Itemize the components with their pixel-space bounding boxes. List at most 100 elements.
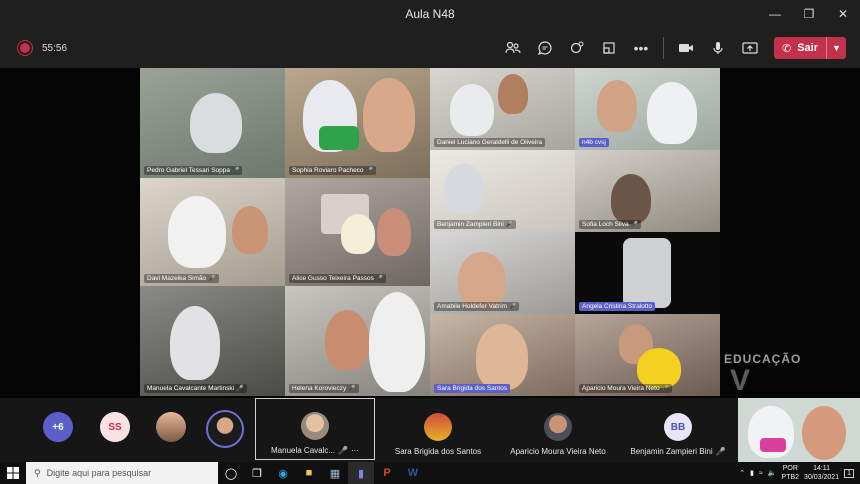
avatar	[544, 413, 572, 441]
mic-icon: 🎤	[348, 386, 356, 392]
recording-icon	[20, 43, 30, 53]
more-options-icon[interactable]: •••	[625, 32, 657, 64]
participant-name: Aparicio Moura Vieira Neto 🎤	[579, 384, 673, 393]
system-tray: ⌃ ▮ ≈ 🔈 POR PTB2 14:11 30/03/2021 1	[739, 462, 860, 484]
chevron-down-icon[interactable]: ▼	[826, 37, 846, 59]
teams-icon[interactable]: ▮	[348, 462, 374, 484]
battery-icon[interactable]: ▮	[750, 469, 754, 477]
participant-tile[interactable]: BB Benjamin Zampieri Bini 🎤	[618, 398, 738, 460]
search-placeholder: Digite aqui para pesquisar	[46, 468, 152, 478]
close-icon[interactable]: ✕	[826, 0, 860, 28]
video-tile[interactable]: Aparicio Moura Vieira Neto 🎤	[575, 314, 720, 396]
leave-main[interactable]: ✆ Sair	[774, 37, 826, 59]
avatar[interactable]	[156, 412, 186, 442]
edge-icon[interactable]: ◉	[270, 462, 296, 484]
avatar	[301, 412, 329, 440]
avatar[interactable]	[206, 410, 244, 448]
minimize-icon[interactable]: —	[758, 0, 792, 28]
rooms-icon[interactable]	[593, 32, 625, 64]
windows-taskbar: ⚲ Digite aqui para pesquisar ◯ ❐ ◉ ■ ▦ ▮…	[0, 462, 860, 484]
window-controls: — ❐ ✕	[758, 0, 860, 28]
volume-icon[interactable]: 🔈	[768, 469, 777, 477]
participant-name: Pedro Gabriel Tessari Soppa 🎤	[144, 166, 243, 175]
participant-name: Helena Korovieczy 🎤	[289, 384, 359, 393]
camera-icon[interactable]	[670, 32, 702, 64]
participant-strip: +6 SS Manuela Cavalc... 🎤 ··· Sara Brigida…	[0, 398, 860, 462]
avatar	[424, 413, 452, 441]
share-screen-icon[interactable]	[734, 32, 766, 64]
avatar-initials: BB	[664, 413, 692, 441]
avatar-initials[interactable]: SS	[100, 412, 130, 442]
mic-icon: 🎤	[231, 168, 240, 174]
microphone-icon[interactable]	[702, 32, 734, 64]
watermark-v-icon: V	[730, 364, 751, 397]
video-tile[interactable]: Sophia Roviaro Pacheco 🎤	[285, 68, 430, 178]
watermark-logo: EDUCAÇÃO V	[724, 350, 814, 397]
participant-name: Amabile Holdefer Vatrim 🎤	[434, 302, 520, 311]
video-tile[interactable]: Amabile Holdefer Vatrim 🎤	[430, 232, 575, 314]
store-icon[interactable]: ▦	[322, 462, 348, 484]
leave-button[interactable]: ✆ Sair ▼	[773, 37, 846, 59]
participant-tile[interactable]: Sara Brigida dos Santos	[378, 398, 498, 460]
video-tile[interactable]: n4b cvsj	[575, 68, 720, 150]
video-tile[interactable]: Sara Brigida dos Santos	[430, 314, 575, 396]
participant-name: Manuela Cavalcante Martinski 🎤	[144, 384, 247, 393]
mic-icon: 🎤	[375, 276, 384, 282]
participant-tile[interactable]: Aparicio Moura Vieira Neto	[498, 398, 618, 460]
language-indicator[interactable]: POR PTB2	[782, 464, 800, 482]
participants-icon[interactable]	[497, 32, 529, 64]
video-tile[interactable]: Manuela Cavalcante Martinski 🎤	[140, 286, 285, 396]
mic-icon: 🎤	[630, 222, 639, 228]
mic-icon: 🎤	[365, 168, 374, 174]
participant-name: Daniel Luciano Geraldelli de Oliveira	[434, 138, 546, 147]
clock[interactable]: 14:11 30/03/2021	[804, 464, 839, 482]
taskbar-search[interactable]: ⚲ Digite aqui para pesquisar	[26, 462, 218, 484]
mic-icon: 🎤	[338, 446, 348, 455]
title-bar: Aula N48 — ❐ ✕	[0, 0, 860, 28]
file-explorer-icon[interactable]: ■	[296, 462, 322, 484]
video-tile[interactable]: Daniel Luciano Geraldelli de Oliveira	[430, 68, 575, 150]
participant-name: Aparicio Moura Vieira Neto	[510, 447, 606, 456]
notification-icon[interactable]: 1	[844, 468, 854, 478]
chevron-up-icon[interactable]: ⌃	[739, 469, 745, 477]
task-view-icon[interactable]: ❐	[244, 462, 270, 484]
participant-name: Sofia Loch Silva 🎤	[579, 220, 642, 229]
participant-name: Manuela Cavalc...	[271, 446, 336, 455]
participant-name: Angela Cristina Stralotto	[579, 302, 656, 311]
chat-icon[interactable]	[529, 32, 561, 64]
word-icon[interactable]: W	[400, 462, 426, 484]
wifi-icon[interactable]: ≈	[759, 470, 763, 477]
powerpoint-icon[interactable]: P	[374, 462, 400, 484]
overflow-participants-chip[interactable]: +6	[43, 412, 73, 442]
participant-name: Sara Brigida dos Santos	[434, 384, 511, 393]
video-tile[interactable]: Sofia Loch Silva 🎤	[575, 150, 720, 232]
self-video-preview[interactable]	[738, 398, 860, 462]
window-title: Aula N48	[405, 7, 455, 21]
video-tile[interactable]: Benjamin Zampieri Bini 🎤	[430, 150, 575, 232]
windows-start-icon[interactable]	[0, 462, 26, 484]
participant-name: Davi Mazeika Simão 🎤	[144, 274, 219, 283]
participant-name: Sara Brigida dos Santos	[394, 447, 482, 456]
mic-icon: 🎤	[508, 304, 517, 310]
leave-label: Sair	[797, 42, 818, 54]
participant-name: Alice Gusso Teixeira Passos 🎤	[289, 274, 387, 283]
video-tile[interactable]: Pedro Gabriel Tessari Soppa 🎤	[140, 68, 285, 178]
meeting-timer: 55:56	[42, 42, 68, 54]
video-tile[interactable]: Angela Cristina Stralotto	[575, 232, 720, 314]
participant-name: Benjamin Zampieri Bini	[630, 447, 713, 456]
mic-icon: 🎤	[236, 386, 244, 392]
video-tile[interactable]: Davi Mazeika Simão 🎤	[140, 178, 285, 286]
more-options-icon[interactable]: ···	[351, 446, 359, 455]
cortana-icon[interactable]: ◯	[218, 462, 244, 484]
video-grid: Pedro Gabriel Tessari Soppa 🎤 Sophia Rovi…	[140, 68, 720, 396]
phone-hangup-icon: ✆	[781, 42, 792, 55]
video-tile[interactable]: Helena Korovieczy 🎤	[285, 286, 430, 396]
participant-tile-selected[interactable]: Manuela Cavalc... 🎤 ···	[255, 398, 375, 460]
maximize-icon[interactable]: ❐	[792, 0, 826, 28]
meeting-toolbar: 55:56 ••• ✆ Sair ▼	[0, 28, 860, 68]
mic-off-icon: 🎤	[715, 447, 726, 456]
video-tile[interactable]: Alice Gusso Teixeira Passos 🎤	[285, 178, 430, 286]
reactions-icon[interactable]	[561, 32, 593, 64]
video-stage: Pedro Gabriel Tessari Soppa 🎤 Sophia Rovi…	[0, 68, 860, 398]
participant-name: n4b cvsj	[579, 138, 609, 147]
